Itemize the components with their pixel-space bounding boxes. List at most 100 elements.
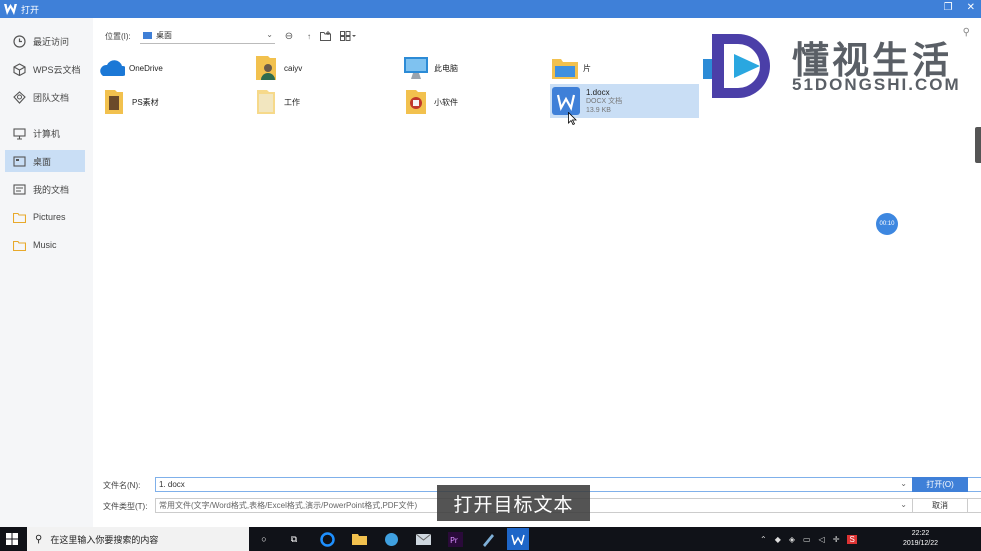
sidebar-item-label: 我的文档: [33, 184, 70, 195]
taskbar-time: 22:22: [911, 530, 930, 537]
folder-icon: [12, 210, 26, 224]
file-name: PS素材: [132, 97, 159, 107]
view-mode-icon[interactable]: [339, 30, 357, 42]
wps-doc-icon: [552, 87, 580, 115]
file-name: OneDrive: [129, 63, 163, 73]
volume-icon[interactable]: ◁: [819, 535, 825, 544]
taskbar: ⚲ 在这里输入你要搜索的内容 ○ ⧉ Pr ⌃ ◆ ◈ ▭ ◁ ✛ S 22:2…: [0, 527, 981, 551]
file-size: 13.9 KB: [586, 106, 611, 114]
chevron-down-icon[interactable]: ⌄: [900, 479, 907, 488]
watermark-logo-icon: [712, 34, 770, 98]
sidebar-item-computer[interactable]: 计算机: [5, 122, 85, 144]
search-icon: ⚲: [35, 533, 43, 545]
windows-start-icon[interactable]: [0, 527, 24, 551]
sidebar-item-pictures[interactable]: Pictures: [5, 206, 85, 228]
sidebar-item-label: Pictures: [33, 212, 66, 222]
sidebar-item-label: 最近访问: [33, 36, 70, 47]
browser-icon[interactable]: [318, 530, 336, 548]
chevron-up-icon[interactable]: ⌃: [760, 535, 767, 544]
sidebar-item-team[interactable]: 团队文档: [5, 86, 85, 108]
file-explorer-icon[interactable]: [350, 530, 368, 548]
sidebar-item-label: 团队文档: [33, 92, 70, 103]
recording-timer: 00:10: [876, 213, 898, 235]
file-item-work[interactable]: 工作: [252, 86, 392, 118]
video-caption: 打开目标文本: [437, 485, 590, 521]
open-button[interactable]: 打开(O): [912, 477, 968, 492]
taskbar-search-placeholder: 在这里输入你要搜索的内容: [50, 534, 159, 545]
app-icon[interactable]: [478, 530, 496, 548]
watermark: 懂视生活 51DONGSHI.COM: [710, 30, 970, 100]
system-tray: ⌃ ◆ ◈ ▭ ◁ ✛ S: [760, 532, 857, 546]
wps-logo-icon: [3, 2, 17, 16]
file-meta: 1.docx DOCX 文档 13.9 KB: [586, 88, 622, 115]
cancel-button[interactable]: 取消: [912, 498, 968, 513]
desktop-icon: [12, 154, 26, 168]
title-bar: 打开 ❐ ✕: [0, 0, 981, 18]
sidebar-item-documents[interactable]: 我的文档: [5, 178, 85, 200]
file-name: 1.docx: [586, 87, 610, 97]
sidebar-item-desktop[interactable]: 桌面: [5, 150, 85, 172]
folder-icon: [402, 88, 430, 116]
computer-icon: [402, 54, 430, 82]
tray-app-icon[interactable]: ◈: [789, 535, 795, 544]
wps-taskbar-icon[interactable]: [507, 528, 529, 550]
premiere-icon[interactable]: Pr: [446, 530, 464, 548]
network-icon[interactable]: ▭: [803, 535, 811, 544]
svg-text:Pr: Pr: [450, 536, 459, 545]
cube-icon: [12, 62, 26, 76]
file-name: 此电脑: [434, 63, 458, 73]
sidebar-item-recent[interactable]: 最近访问: [5, 30, 85, 52]
input-method-icon[interactable]: S: [847, 534, 857, 544]
folder-icon: [12, 238, 26, 252]
location-value: 桌面: [156, 31, 172, 40]
file-item-small-software[interactable]: 小软件: [402, 86, 542, 118]
sidebar-item-music[interactable]: Music: [5, 234, 85, 256]
team-icon: [12, 90, 26, 104]
folder-icon: [252, 88, 280, 116]
tray-app-icon[interactable]: ◆: [775, 535, 781, 544]
sidebar-item-label: 桌面: [33, 156, 52, 167]
user-folder-icon: [252, 54, 280, 82]
folder-icon: [100, 88, 128, 116]
sidebar-item-label: Music: [33, 240, 57, 250]
filetype-label: 文件类型(T):: [103, 502, 148, 511]
file-name: 工作: [284, 97, 300, 107]
sidebar-item-wps-cloud[interactable]: WPS云文档: [5, 58, 85, 80]
onedrive-icon: [97, 54, 125, 82]
file-item-ps-assets[interactable]: PS素材: [100, 86, 240, 118]
folder-icon: [551, 54, 579, 82]
mail-icon[interactable]: [414, 530, 432, 548]
up-folder-icon[interactable]: ↑: [303, 30, 315, 42]
monitor-icon: [12, 126, 26, 140]
clock-icon: [12, 34, 26, 48]
new-folder-icon[interactable]: [319, 30, 331, 42]
restore-icon[interactable]: ❐: [944, 2, 953, 13]
window-title: 打开: [21, 4, 40, 15]
file-item-onedrive[interactable]: OneDrive: [97, 52, 237, 84]
mouse-cursor-icon: [568, 112, 577, 125]
file-name: 小软件: [434, 97, 458, 107]
sidebar-item-label: WPS云文档: [33, 64, 81, 75]
watermark-url: 51DONGSHI.COM: [792, 75, 961, 94]
file-name: 片: [583, 63, 591, 73]
location-label: 位置(I):: [105, 32, 131, 41]
file-item-this-pc[interactable]: 此电脑: [402, 52, 542, 84]
file-type: DOCX 文档: [586, 97, 623, 105]
location-dropdown[interactable]: 桌面 ⌄: [140, 28, 275, 44]
taskbar-search-input[interactable]: ⚲ 在这里输入你要搜索的内容: [27, 527, 249, 551]
app-icon[interactable]: [382, 530, 400, 548]
side-panel-handle[interactable]: [975, 127, 981, 163]
file-item-pictures-folder[interactable]: 片: [551, 52, 691, 84]
taskbar-date: 2019/12/22: [903, 540, 939, 547]
chevron-down-icon[interactable]: ⌄: [900, 500, 907, 509]
cortana-icon[interactable]: ○: [255, 530, 273, 548]
back-icon[interactable]: ⊖: [283, 30, 295, 42]
file-name: caiyv: [284, 63, 303, 73]
filename-label: 文件名(N):: [103, 481, 141, 490]
sidebar-item-label: 计算机: [33, 128, 61, 139]
ime-icon[interactable]: ✛: [833, 535, 840, 544]
file-item-caiyv[interactable]: caiyv: [252, 52, 392, 84]
close-icon[interactable]: ✕: [967, 2, 975, 13]
task-view-icon[interactable]: ⧉: [285, 530, 303, 548]
taskbar-clock[interactable]: 22:22 2019/12/22: [903, 529, 938, 549]
